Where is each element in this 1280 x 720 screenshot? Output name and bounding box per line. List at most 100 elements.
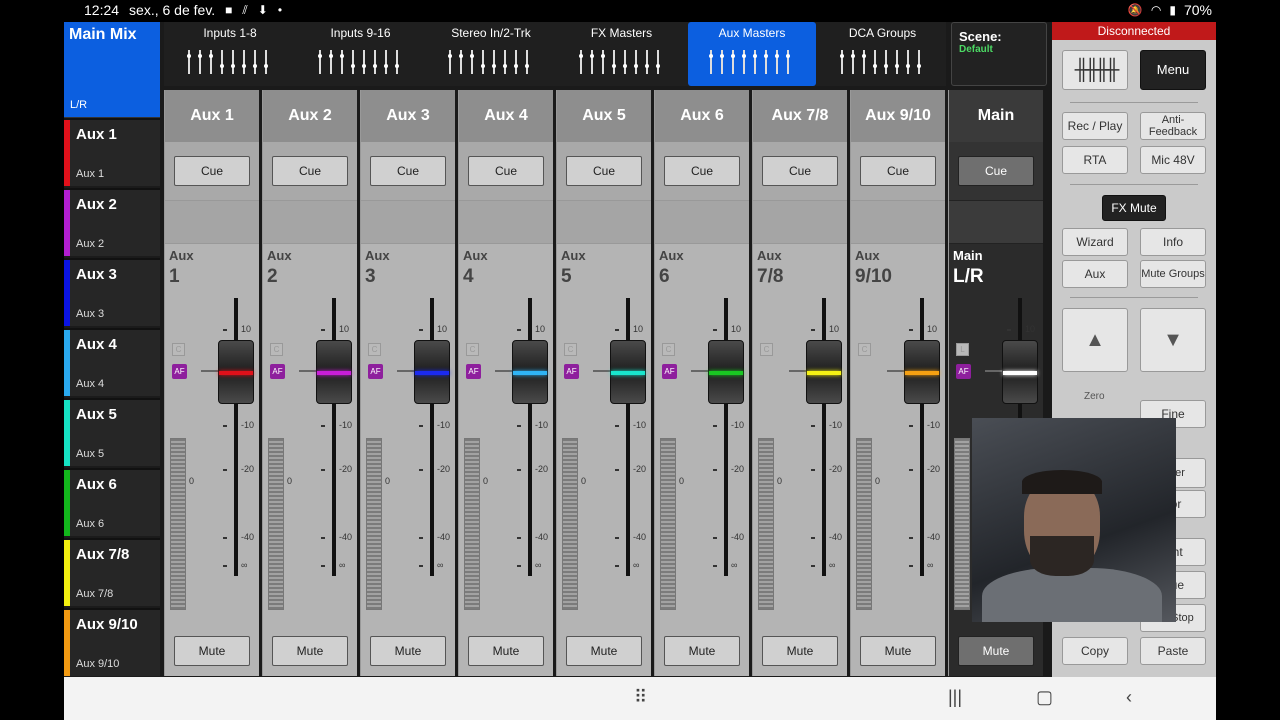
- channel-header[interactable]: Aux 2: [263, 90, 357, 142]
- cue-button[interactable]: Cue: [860, 156, 936, 186]
- mix-item-6[interactable]: Aux 6 Aux 6: [64, 468, 160, 536]
- level-meter: [170, 438, 186, 610]
- fader-tick: [811, 565, 815, 567]
- channel-header[interactable]: Aux 7/8: [753, 90, 847, 142]
- mix-item-name: Aux 4: [76, 336, 117, 353]
- af-badge[interactable]: AF: [172, 364, 187, 379]
- af-badge[interactable]: AF: [466, 364, 481, 379]
- aux-button[interactable]: Aux: [1062, 260, 1128, 288]
- fx-mute-button[interactable]: FX Mute: [1102, 195, 1166, 221]
- fader-knob[interactable]: [904, 340, 940, 404]
- mix-item-4[interactable]: Aux 4 Aux 4: [64, 328, 160, 396]
- af-badge[interactable]: AF: [956, 364, 971, 379]
- channel-header[interactable]: Aux 5: [557, 90, 651, 142]
- channel-label-top: Aux: [267, 248, 292, 263]
- mute-button[interactable]: Mute: [664, 636, 740, 666]
- fader-knob[interactable]: [806, 340, 842, 404]
- af-badge[interactable]: AF: [270, 364, 285, 379]
- tab-1[interactable]: Inputs 1-8: [166, 22, 294, 86]
- mix-item-8[interactable]: Aux 9/10 Aux 9/10: [64, 608, 160, 676]
- tab-4[interactable]: FX Masters: [558, 22, 686, 86]
- mute-button[interactable]: Mute: [762, 636, 838, 666]
- tab-2[interactable]: Inputs 9-16: [297, 22, 425, 86]
- fader-color-line: [709, 371, 743, 375]
- channel-header[interactable]: Aux 3: [361, 90, 455, 142]
- cue-button[interactable]: Cue: [174, 156, 250, 186]
- fader-knob[interactable]: [316, 340, 352, 404]
- channel-strip-6: Aux 6 Cue Aux 6 C AF 0 10 -10 -20 -40 ∞ Mute: [654, 90, 749, 676]
- fader-knob[interactable]: [708, 340, 744, 404]
- fader-knob[interactable]: [414, 340, 450, 404]
- mute-button[interactable]: Mute: [468, 636, 544, 666]
- fader-tick: [909, 425, 913, 427]
- menu-button[interactable]: Menu: [1140, 50, 1206, 90]
- apps-grid-icon[interactable]: ⠿: [634, 687, 647, 708]
- mix-item-3[interactable]: Aux 3 Aux 3: [64, 258, 160, 326]
- mixer-view-button[interactable]: ╫╫╫╫: [1062, 50, 1128, 90]
- mix-item-5[interactable]: Aux 5 Aux 5: [64, 398, 160, 466]
- tab-6[interactable]: DCA Groups: [819, 22, 947, 86]
- cue-button[interactable]: Cue: [370, 156, 446, 186]
- fader-scale-label: ∞: [731, 560, 738, 570]
- scene-box[interactable]: Scene: Default: [951, 22, 1047, 86]
- fader-tick: [615, 565, 619, 567]
- channel-spacer: [165, 200, 259, 244]
- tab-3[interactable]: Stereo In/2-Trk: [427, 22, 555, 86]
- fader-scale-label: 10: [731, 324, 742, 334]
- mute-button[interactable]: Mute: [174, 636, 250, 666]
- up-button[interactable]: ▲: [1062, 308, 1128, 372]
- channel-header[interactable]: Aux 4: [459, 90, 553, 142]
- mute-button[interactable]: Mute: [272, 636, 348, 666]
- channel-header[interactable]: Aux 1: [165, 90, 259, 142]
- mix-item-2[interactable]: Aux 2 Aux 2: [64, 188, 160, 256]
- cue-button[interactable]: Cue: [468, 156, 544, 186]
- af-badge[interactable]: AF: [368, 364, 383, 379]
- main-mix-button[interactable]: Main Mix L/R: [64, 22, 160, 118]
- mute-button[interactable]: Mute: [860, 636, 936, 666]
- tab-5[interactable]: Aux Masters: [688, 22, 816, 86]
- copy-button[interactable]: Copy: [1062, 637, 1128, 665]
- mute-button[interactable]: Mute: [958, 636, 1034, 666]
- fader-tick: [811, 425, 815, 427]
- mute-groups-button[interactable]: Mute Groups: [1140, 260, 1206, 288]
- back-icon[interactable]: ‹: [1126, 687, 1132, 708]
- down-button[interactable]: ▼: [1140, 308, 1206, 372]
- home-icon[interactable]: ▢: [1036, 687, 1053, 708]
- person-hair: [1022, 470, 1102, 494]
- cue-button[interactable]: Cue: [566, 156, 642, 186]
- cue-button[interactable]: Cue: [958, 156, 1034, 186]
- fader-knob[interactable]: [512, 340, 548, 404]
- mix-item-1[interactable]: Aux 1 Aux 1: [64, 118, 160, 186]
- af-badge[interactable]: AF: [662, 364, 677, 379]
- cue-button[interactable]: Cue: [664, 156, 740, 186]
- channel-header[interactable]: Aux 9/10: [851, 90, 945, 142]
- cue-button[interactable]: Cue: [272, 156, 348, 186]
- channel-header[interactable]: Aux 6: [655, 90, 749, 142]
- mini-faders-icon: [578, 48, 666, 76]
- fader-scale-label: -10: [339, 420, 353, 430]
- mix-item-7[interactable]: Aux 7/8 Aux 7/8: [64, 538, 160, 606]
- paste-button[interactable]: Paste: [1140, 637, 1206, 665]
- anti-feedback-button[interactable]: Anti-Feedback: [1140, 112, 1206, 140]
- cue-button[interactable]: Cue: [762, 156, 838, 186]
- rta-button[interactable]: RTA: [1062, 146, 1128, 174]
- level-meter: [562, 438, 578, 610]
- fader-knob[interactable]: [218, 340, 254, 404]
- fader-scale-label: -10: [535, 420, 549, 430]
- mic-48v-button[interactable]: Mic 48V: [1140, 146, 1206, 174]
- recents-icon[interactable]: |||: [948, 687, 962, 708]
- fader-scale-label: -40: [339, 532, 353, 542]
- channel-label-top: Main: [953, 248, 983, 263]
- mix-item-name: Aux 7/8: [76, 546, 130, 563]
- info-button[interactable]: Info: [1140, 228, 1206, 256]
- fader-knob[interactable]: [610, 340, 646, 404]
- mute-button[interactable]: Mute: [566, 636, 642, 666]
- main-mix-sub: L/R: [70, 99, 88, 111]
- rec-play-button[interactable]: Rec / Play: [1062, 112, 1128, 140]
- wizard-button[interactable]: Wizard: [1062, 228, 1128, 256]
- mute-button[interactable]: Mute: [370, 636, 446, 666]
- fader-scale-label: ∞: [829, 560, 836, 570]
- fader-knob[interactable]: [1002, 340, 1038, 404]
- channel-header[interactable]: Main: [949, 90, 1043, 142]
- af-badge[interactable]: AF: [564, 364, 579, 379]
